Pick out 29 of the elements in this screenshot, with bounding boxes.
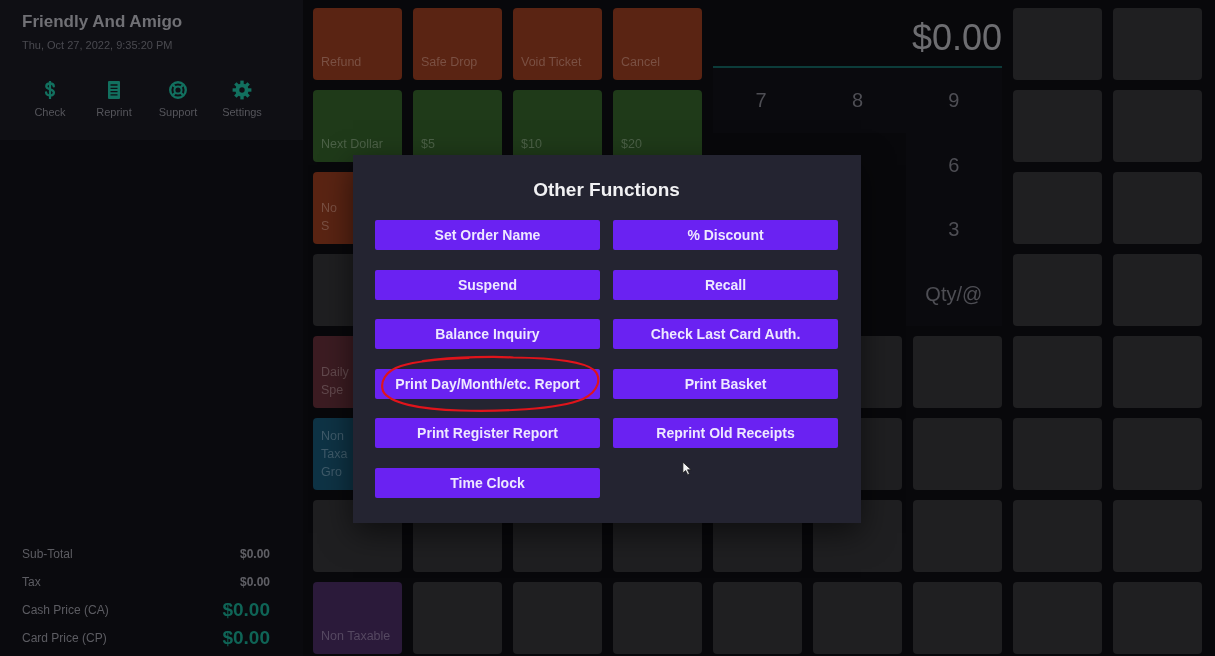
dialog-title: Other Functions [532, 178, 681, 202]
function-button[interactable]: Print Day/Month/etc. Report [375, 368, 600, 399]
mouse-pointer-icon [682, 461, 692, 476]
total-amount: $0.00 [222, 599, 270, 621]
total-amount: $0.00 [222, 627, 270, 649]
function-button[interactable]: Balance Inquiry [375, 319, 600, 350]
function-button[interactable]: Recall [613, 269, 838, 300]
total-amount: $0.00 [239, 574, 270, 591]
toolbar-button[interactable]: Settings [210, 80, 274, 119]
total-label: Cash Price (CA) [22, 602, 109, 619]
total-label: Tax [22, 574, 41, 591]
function-button[interactable]: Set Order Name [375, 220, 600, 250]
lifebuoy-icon [168, 80, 188, 100]
function-button[interactable]: Print Basket [613, 368, 838, 399]
function-button[interactable]: Print Register Report [375, 418, 600, 449]
function-button[interactable]: Suspend [375, 269, 600, 300]
toolbar-button[interactable]: Check [18, 80, 82, 119]
total-label: Card Price (CP) [22, 630, 107, 647]
toolbar-button[interactable]: Reprint [82, 80, 146, 119]
gear-icon [232, 80, 252, 100]
date-time: Thu, Oct 27, 2022, 9:35:20 PM [22, 38, 173, 52]
total-amount: $0.00 [239, 546, 270, 563]
toolbar-button[interactable]: Support [146, 80, 210, 119]
function-button[interactable]: Time Clock [375, 467, 600, 498]
function-button[interactable]: Check Last Card Auth. [613, 319, 838, 350]
function-button[interactable]: Reprint Old Receipts [613, 418, 838, 449]
function-button[interactable]: % Discount [613, 220, 838, 250]
total-label: Sub-Total [22, 546, 73, 563]
store-name: Friendly And Amigo [22, 11, 184, 32]
